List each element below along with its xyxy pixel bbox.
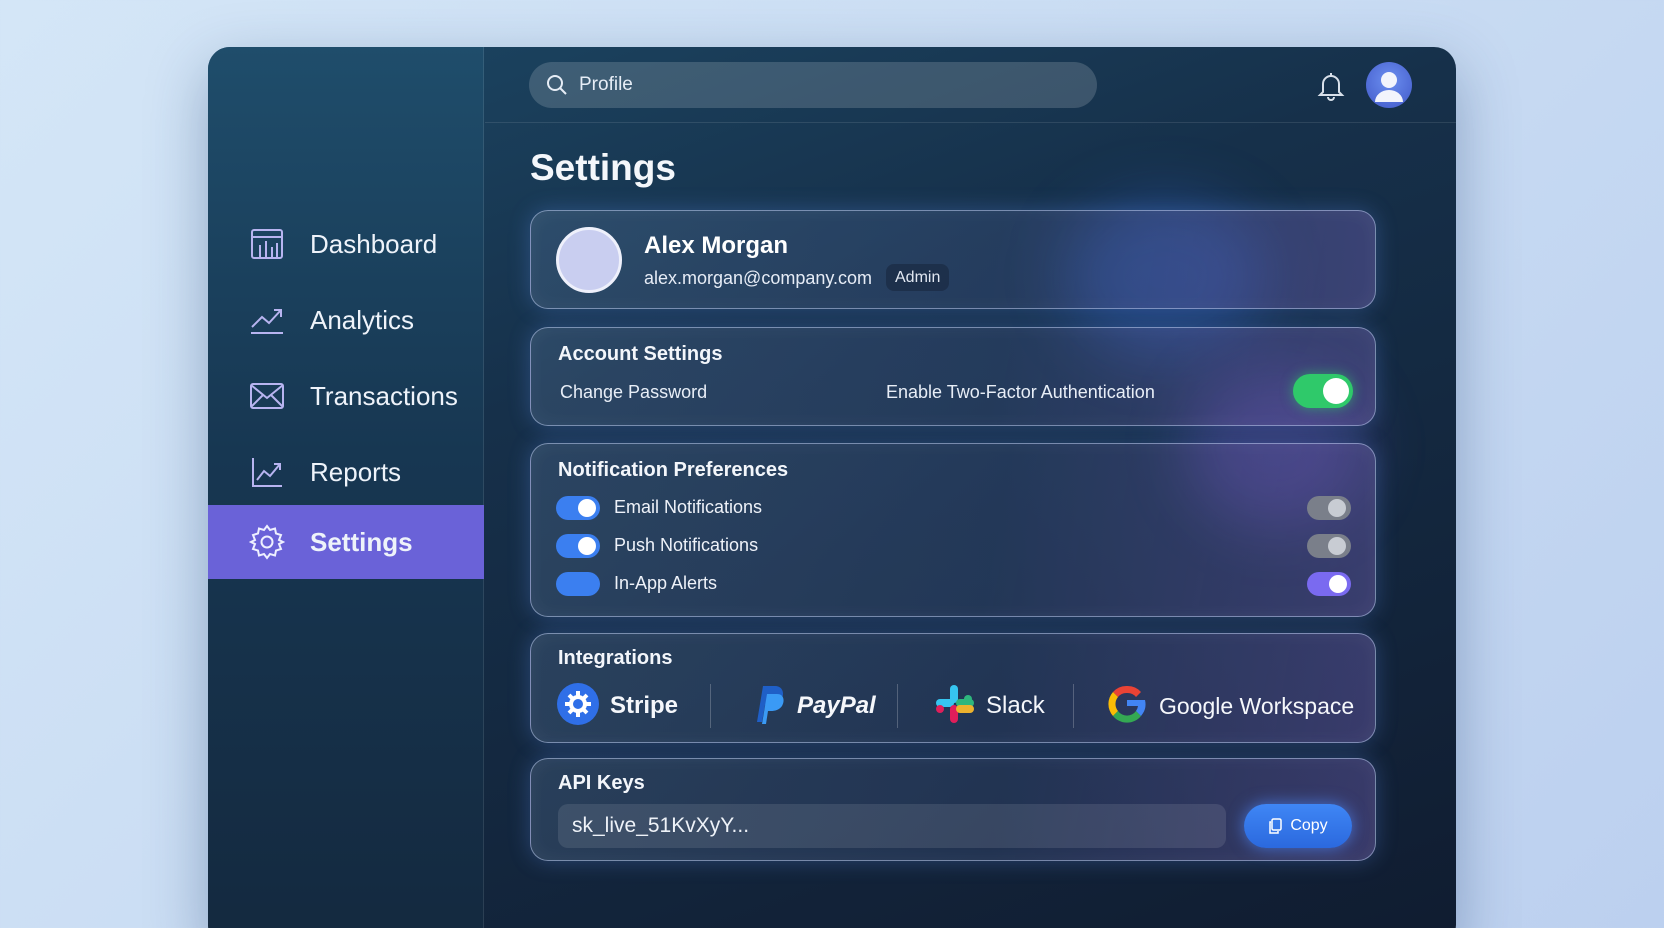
envelope-icon	[248, 377, 286, 415]
integration-slack[interactable]: Slack	[934, 680, 1045, 732]
in-app-alerts-toggle[interactable]	[556, 572, 600, 596]
user-avatar-icon[interactable]	[1366, 62, 1412, 108]
integration-name: Google Workspace	[1159, 692, 1355, 719]
card-title: Notification Preferences	[558, 459, 789, 481]
stripe-logo-icon	[556, 682, 600, 731]
integration-name: PayPal	[797, 692, 876, 719]
page-title: Settings	[530, 147, 676, 188]
copy-button-label: Copy	[1290, 817, 1328, 834]
push-notifications-secondary-toggle[interactable]	[1307, 534, 1351, 558]
app-window: Dashboard Analytics Transactions Reports…	[208, 47, 1456, 928]
search-bar[interactable]	[529, 62, 1097, 108]
slack-logo-icon	[934, 683, 976, 730]
copy-button[interactable]: Copy	[1244, 804, 1352, 848]
integration-google-workspace[interactable]: Google Workspace	[1105, 680, 1354, 732]
api-keys-card: API Keys sk_live_51KvXyY... Copy	[530, 758, 1376, 861]
line-chart-icon	[248, 453, 286, 491]
sidebar-item-label: Reports	[310, 456, 402, 487]
card-title: API Keys	[558, 772, 645, 794]
push-notifications-toggle[interactable]	[556, 534, 600, 558]
integration-name: Slack	[986, 692, 1045, 719]
search-input[interactable]	[579, 74, 1059, 96]
sidebar-item-label: Analytics	[310, 304, 415, 335]
integration-divider	[1073, 684, 1074, 728]
two-factor-toggle[interactable]	[1293, 374, 1353, 408]
sidebar-item-label: Transactions	[310, 380, 458, 411]
card-title: Integrations	[558, 647, 673, 669]
bell-icon[interactable]	[1317, 71, 1345, 101]
profile-name: Alex Morgan	[644, 232, 789, 259]
sidebar-item-analytics[interactable]: Analytics	[208, 283, 484, 357]
toggle-knob	[1323, 378, 1349, 404]
search-icon	[545, 73, 569, 97]
integration-divider	[897, 684, 898, 728]
toggle-knob	[1329, 575, 1347, 593]
change-password-link[interactable]: Change Password	[560, 382, 707, 403]
gear-icon	[248, 523, 286, 561]
toggle-knob	[578, 537, 596, 555]
sidebar: Dashboard Analytics Transactions Reports…	[208, 47, 484, 928]
sidebar-item-label: Settings	[310, 526, 413, 557]
google-logo-icon	[1105, 682, 1149, 731]
integration-stripe[interactable]: Stripe	[556, 680, 678, 732]
integration-name: Stripe	[610, 692, 679, 719]
card-title: Account Settings	[558, 343, 723, 365]
sidebar-item-transactions[interactable]: Transactions	[208, 359, 484, 433]
toggle-knob	[1328, 537, 1346, 555]
two-factor-label: Enable Two-Factor Authentication	[886, 382, 1155, 402]
email-notifications-label: Email Notifications	[614, 497, 763, 517]
profile-avatar[interactable]	[556, 227, 622, 293]
sidebar-item-settings[interactable]: Settings	[208, 505, 484, 579]
api-key-field[interactable]: sk_live_51KvXyY...	[558, 804, 1226, 848]
analytics-trend-icon	[248, 301, 286, 339]
toggle-knob	[1328, 499, 1346, 517]
paypal-logo-icon	[749, 682, 787, 731]
sidebar-item-dashboard[interactable]: Dashboard	[208, 207, 484, 281]
profile-email: alex.morgan@company.com	[644, 268, 873, 288]
notification-preferences-card: Notification Preferences Email Notificat…	[530, 443, 1376, 617]
integrations-card: Integrations Stripe PayPal Slack Google …	[530, 633, 1376, 743]
in-app-alerts-secondary-toggle[interactable]	[1307, 572, 1351, 596]
integration-divider	[710, 684, 711, 728]
push-notifications-label: Push Notifications	[614, 535, 759, 555]
in-app-alerts-label: In-App Alerts	[614, 573, 718, 593]
account-settings-card: Account Settings Change Password Enable …	[530, 327, 1376, 426]
main-content: Settings Alex Morgan alex.morgan@company…	[485, 47, 1456, 928]
role-badge: Admin	[886, 264, 950, 291]
profile-card: Alex Morgan alex.morgan@company.com Admi…	[530, 210, 1376, 309]
email-notifications-secondary-toggle[interactable]	[1307, 496, 1351, 520]
sidebar-item-reports[interactable]: Reports	[208, 435, 484, 509]
toggle-knob	[578, 499, 596, 517]
dashboard-icon	[248, 225, 286, 263]
sidebar-item-label: Dashboard	[310, 228, 438, 259]
top-bar	[485, 47, 1456, 123]
email-notifications-toggle[interactable]	[556, 496, 600, 520]
copy-icon	[1268, 818, 1284, 834]
integration-paypal[interactable]: PayPal	[749, 680, 876, 732]
